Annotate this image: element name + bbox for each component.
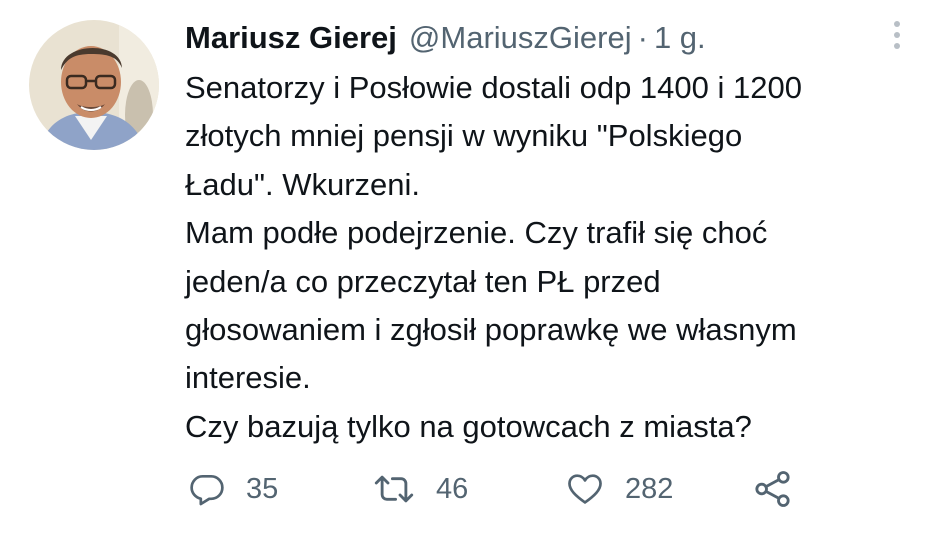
tweet-text-line: Senatorzy i Posłowie dostali odp 1400 i … — [185, 70, 802, 105]
tweet-text-line: Mam podłe podejrzenie. Czy trafił się ch… — [185, 215, 768, 251]
retweet-count: 46 — [436, 472, 469, 505]
share-icon — [755, 471, 790, 507]
tweet: Mariusz Gierej @MariuszGierej · 1 g. Sen… — [0, 0, 945, 533]
retweet-button[interactable]: 46 — [372, 463, 468, 515]
tweet-text-line: Czy bazują tylko na gotowcach z miasta? — [185, 408, 752, 444]
like-button[interactable]: 282 — [565, 463, 673, 515]
reply-button[interactable]: 35 — [188, 463, 278, 515]
header-separator: · — [637, 20, 648, 55]
reply-icon — [190, 474, 224, 506]
tweet-text-line: złotych mniej pensji w wyniku "Polskiego — [185, 118, 743, 154]
more-vertical-icon — [894, 21, 900, 49]
tweet-text-line: interesie. — [185, 360, 311, 396]
tweet-timestamp[interactable]: 1 g. — [654, 16, 706, 60]
reply-count: 35 — [246, 472, 279, 505]
more-options-button[interactable] — [885, 18, 909, 52]
like-count: 282 — [625, 472, 674, 505]
tweet-text-line: głosowaniem i zgłosił poprawkę we własny… — [185, 312, 797, 348]
tweet-actions: 35 46 282 — [0, 463, 945, 515]
heart-icon — [568, 474, 602, 504]
retweet-icon — [374, 475, 414, 503]
author-display-name[interactable]: Mariusz Gierej — [185, 16, 397, 60]
avatar-photo — [29, 20, 159, 150]
avatar[interactable] — [29, 20, 159, 150]
share-button[interactable] — [752, 463, 794, 515]
tweet-text: Senatorzy i Posłowie dostali odp 1400 i … — [185, 64, 905, 451]
tweet-text-line: Ładu". Wkurzeni. — [185, 166, 420, 202]
author-handle[interactable]: @MariuszGierej — [409, 16, 632, 60]
tweet-header: Mariusz Gierej @MariuszGierej · 1 g. — [185, 16, 706, 60]
tweet-text-line: jeden/a co przeczytał ten PŁ przed — [185, 263, 661, 299]
